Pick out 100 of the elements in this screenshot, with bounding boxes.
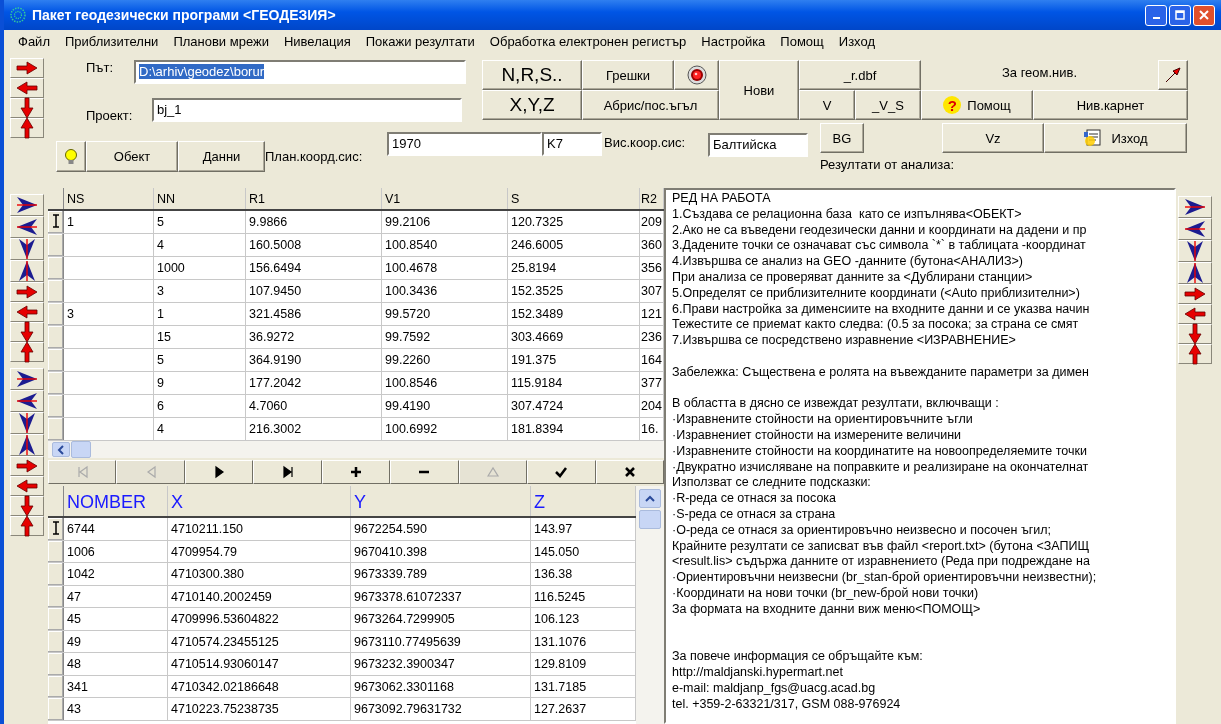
r-dbf-button[interactable]: _r.dbf — [799, 60, 921, 90]
arrow-button[interactable] — [1158, 60, 1188, 90]
scrollbar-thumb[interactable] — [71, 441, 91, 458]
arrow-right-icon — [1184, 287, 1206, 301]
arrow-button[interactable] — [10, 368, 44, 390]
maximize-button[interactable] — [1169, 4, 1191, 26]
arrow-button[interactable] — [1178, 218, 1212, 240]
arrow-button[interactable] — [10, 58, 44, 78]
text-line: За повече информация се обръщайте към: — [672, 649, 923, 665]
navigator-button[interactable] — [527, 460, 596, 484]
vz-button[interactable]: Vz — [942, 123, 1044, 153]
navigator-button[interactable] — [184, 460, 254, 484]
help-button[interactable]: ? Помощ — [921, 90, 1033, 120]
table-cell: 303.4669 — [508, 326, 640, 348]
arrow-button[interactable] — [1178, 262, 1212, 284]
path-field[interactable]: D:\arhiv\geodez\borur — [134, 60, 466, 84]
arrow-button[interactable] — [10, 194, 44, 216]
column-header[interactable]: R1 — [246, 188, 382, 209]
text-line: 5.Определят се приблизителните координати (<Auto приблизителни>) — [672, 285, 1080, 302]
errors-button[interactable]: Грешки — [582, 60, 674, 90]
column-header[interactable]: NS — [64, 188, 154, 209]
arrow-button[interactable] — [1178, 240, 1212, 262]
arrow-button[interactable] — [1178, 196, 1212, 218]
column-header[interactable]: X — [168, 486, 351, 516]
minimize-icon — [1152, 17, 1160, 19]
navigator-button[interactable] — [253, 460, 322, 484]
navigator-button[interactable] — [321, 460, 391, 484]
vertical-scrollbar[interactable] — [636, 486, 664, 724]
bulb-button[interactable] — [56, 141, 86, 172]
arrow-button[interactable] — [1178, 304, 1212, 324]
xyz-button[interactable]: X,Y,Z — [482, 90, 582, 120]
arrow-button[interactable] — [10, 302, 44, 322]
arrow-down-icon — [20, 97, 34, 119]
minimize-button[interactable] — [1145, 4, 1167, 26]
arrow-button[interactable] — [10, 238, 44, 260]
menu-item[interactable]: Покажи резултати — [365, 33, 475, 49]
scroll-left-button[interactable] — [52, 442, 70, 457]
arrow-button[interactable] — [10, 434, 44, 456]
close-button[interactable] — [1193, 4, 1215, 26]
menu-item[interactable]: Файл — [18, 33, 50, 49]
arrow-button[interactable] — [10, 78, 44, 98]
text-line: ·Координати на нови точки (br_new-брой нови точки) — [672, 585, 979, 602]
v-button[interactable]: V — [799, 90, 855, 120]
column-header[interactable]: Y — [351, 486, 531, 516]
arrow-button[interactable] — [10, 412, 44, 434]
arrow-button[interactable] — [10, 496, 44, 516]
table-cell: 9673378.61072337 — [351, 585, 531, 607]
zone-field[interactable]: K7 — [542, 132, 602, 156]
arrow-button[interactable] — [1178, 284, 1212, 304]
level-book-button[interactable]: Нив.карнет — [1033, 90, 1188, 120]
arrow-button[interactable] — [10, 98, 44, 118]
arrow-button[interactable] — [10, 282, 44, 302]
navigator-button[interactable] — [595, 460, 664, 484]
arrow-button[interactable] — [1178, 324, 1212, 344]
menu-item[interactable]: Нивелация — [283, 33, 351, 49]
project-field[interactable]: bj_1 — [152, 98, 462, 122]
new-button[interactable]: Нови — [719, 60, 799, 120]
arrow-button[interactable] — [10, 322, 44, 342]
column-header[interactable]: V1 — [382, 188, 508, 209]
arrow-button[interactable] — [1178, 344, 1212, 364]
menu-item[interactable]: Планови мрежи — [173, 33, 269, 49]
arrow-button[interactable] — [10, 118, 44, 138]
table-cell: 99.4190 — [382, 395, 508, 417]
menu-item[interactable]: Настройка — [701, 33, 766, 49]
sketch-button[interactable]: Абрис/пос.ъгъл — [582, 90, 719, 120]
table-cell: 216.3002 — [246, 418, 382, 440]
row-selector[interactable] — [48, 211, 64, 233]
column-header[interactable]: S — [508, 188, 640, 209]
arrow-button[interactable] — [10, 216, 44, 238]
plan-system-field[interactable]: 1970 — [387, 132, 542, 156]
dart-down-icon — [18, 238, 36, 260]
v-s-button[interactable]: _V_S — [855, 90, 921, 120]
data-button[interactable]: Данни — [178, 141, 265, 172]
scroll-up-button[interactable] — [639, 489, 661, 508]
bg-button[interactable]: BG — [820, 123, 864, 153]
arrow-button[interactable] — [10, 260, 44, 282]
arrow-button[interactable] — [10, 516, 44, 536]
scrollbar-thumb[interactable] — [639, 510, 661, 529]
arrow-button[interactable] — [10, 476, 44, 496]
column-header[interactable]: NOMBER — [64, 486, 168, 516]
menu-item[interactable]: Помощ — [780, 33, 824, 49]
table-cell: 9673110.77495639 — [351, 630, 531, 652]
exit-button[interactable]: Изход — [1044, 123, 1187, 153]
nrs-button[interactable]: N,R,S.. — [482, 60, 582, 90]
column-header[interactable]: Z — [531, 486, 636, 516]
arrow-up-icon — [20, 341, 34, 363]
text-line: ·Изравнениет стойности на измерените величини — [672, 427, 962, 444]
menu-item[interactable]: Обработка електронен регистър — [489, 33, 687, 49]
row-selector[interactable] — [48, 518, 64, 540]
column-header[interactable]: NN — [154, 188, 246, 209]
menu-item[interactable]: Приблизителни — [64, 33, 159, 49]
column-header[interactable]: R2 — [640, 188, 664, 209]
arrow-button[interactable] — [10, 456, 44, 476]
target-button[interactable] — [674, 60, 719, 90]
menu-item[interactable]: Изход — [838, 33, 875, 49]
arrow-down-icon — [1188, 323, 1202, 345]
object-button[interactable]: Обект — [86, 141, 178, 172]
height-system-field[interactable]: Балтийска — [708, 133, 808, 157]
arrow-button[interactable] — [10, 390, 44, 412]
arrow-button[interactable] — [10, 342, 44, 362]
